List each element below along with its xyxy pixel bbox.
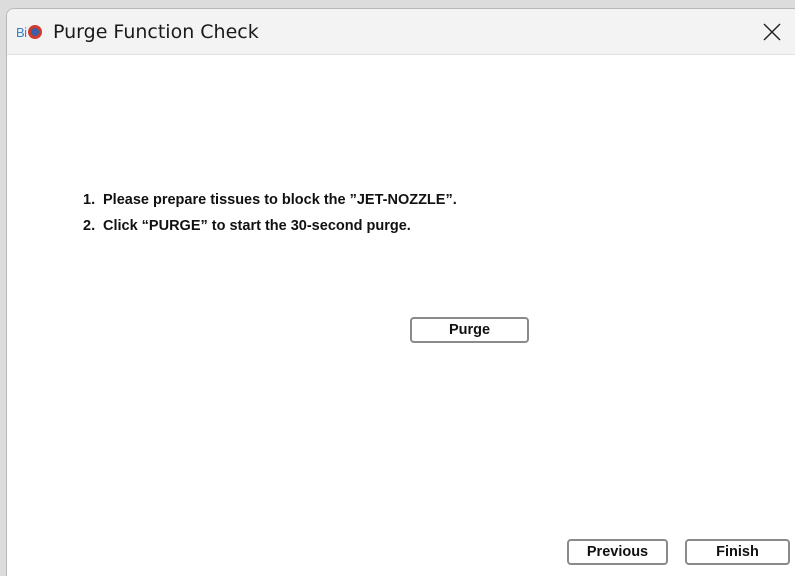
dialog-content: 1. Please prepare tissues to block the ”… bbox=[7, 55, 795, 576]
step-number: 2. bbox=[83, 218, 96, 234]
window-title: Purge Function Check bbox=[53, 21, 259, 43]
previous-button[interactable]: Previous bbox=[567, 539, 668, 565]
instruction-step-1: 1. Please prepare tissues to block the ”… bbox=[83, 189, 523, 211]
close-icon bbox=[763, 23, 781, 41]
dialog-window: Bi Purge Function Check 1. Please prepar… bbox=[6, 8, 795, 576]
app-logo: Bi bbox=[16, 23, 42, 41]
title-bar[interactable]: Bi Purge Function Check bbox=[7, 9, 795, 55]
finish-button[interactable]: Finish bbox=[685, 539, 790, 565]
step-text: Click “PURGE” to start the 30-second pur… bbox=[103, 218, 411, 234]
step-text: Please prepare tissues to block the ”JET… bbox=[103, 192, 457, 208]
instruction-step-2: 2. Click “PURGE” to start the 30-second … bbox=[83, 215, 523, 237]
instruction-list: 1. Please prepare tissues to block the ”… bbox=[83, 189, 523, 241]
logo-ring-icon bbox=[27, 25, 42, 39]
step-number: 1. bbox=[83, 192, 96, 208]
purge-button[interactable]: Purge bbox=[410, 317, 529, 343]
close-button[interactable] bbox=[749, 9, 795, 55]
logo-text: Bi bbox=[16, 24, 27, 40]
